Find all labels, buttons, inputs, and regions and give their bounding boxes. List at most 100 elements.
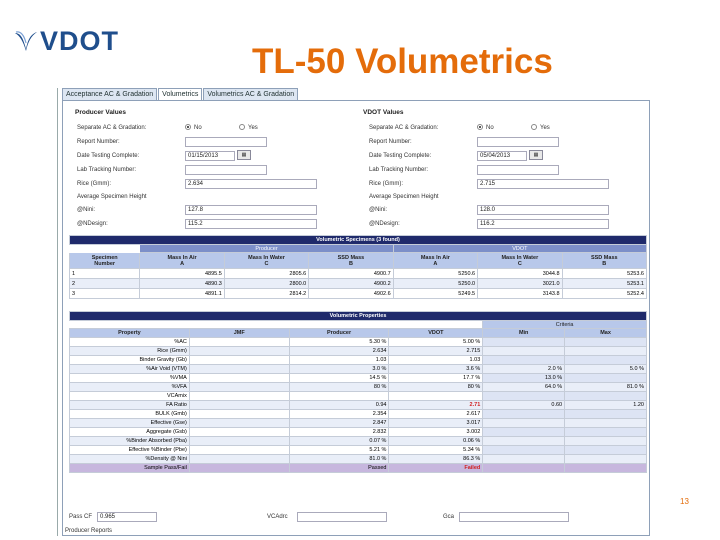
pass-cf-label: Pass CF [69, 514, 93, 520]
table-row: %Binder Absorbed (Pba) 0.07 % 0.06 % [69, 436, 647, 446]
vdot-avg-label: Average Specimen Height [369, 193, 439, 200]
vdot-radio-yes[interactable] [531, 124, 537, 130]
table-cell: 5.34 % [388, 445, 484, 455]
table-cell: 5253.6 [561, 268, 648, 279]
table-cell: Effective (Gse) [69, 418, 190, 428]
table-cell [188, 436, 290, 446]
specimens-col-sub: C [517, 260, 522, 267]
producer-separate-row: Separate AC & Gradation: No Yes [77, 122, 347, 133]
table-cell: 2.715 [388, 346, 484, 356]
table-cell [188, 409, 290, 419]
table-cell: 1.20 [564, 400, 647, 410]
specimens-caption: Volumetric Specimens (3 found) [69, 235, 647, 245]
producer-separate-label: Separate AC & Gradation: [77, 124, 147, 131]
vdot-date-input[interactable]: 05/04/2013 [477, 150, 527, 161]
vdot-rice-label: Rice (Gmm): [369, 180, 403, 187]
producer-nini-input[interactable]: 127.8 [185, 204, 317, 215]
vdot-report-label: Report Number: [369, 138, 412, 145]
pass-cf-input[interactable]: 0.965 [97, 512, 157, 522]
table-cell: 4900.2 [308, 278, 394, 289]
specimens-col-header: Specimen Number [68, 252, 141, 269]
producer-date-input[interactable]: 01/15/2013 [185, 150, 235, 161]
table-cell: 0.60 [482, 400, 566, 410]
producer-rice-input[interactable]: 2.634 [185, 178, 317, 189]
table-cell [188, 454, 290, 464]
vdot-ndes-input[interactable]: 116.2 [477, 218, 609, 229]
volumetrics-panel: Producer Values Separate AC & Gradation:… [62, 100, 650, 536]
table-cell: 2.617 [388, 409, 484, 419]
table-cell: 3.002 [388, 427, 484, 437]
vca-row: VCAdrc [267, 512, 407, 522]
vdot-separate-row: Separate AC & Gradation: No Yes [369, 122, 639, 133]
table-cell: %VMA [69, 373, 190, 383]
table-cell: FA Ratio [69, 400, 190, 410]
application-window: Acceptance AC & Gradation Volumetrics Vo… [57, 88, 650, 536]
vdot-report-input[interactable] [477, 136, 559, 147]
gca-row: Gca [443, 512, 603, 522]
specimens-header-row: Specimen Number Mass In Air A Mass In Water C… [68, 252, 648, 269]
table-cell [564, 337, 647, 347]
table-cell: 2800.0 [223, 278, 310, 289]
table-cell: Passed [288, 463, 390, 473]
tab-bar: Acceptance AC & Gradation Volumetrics Vo… [62, 88, 299, 100]
table-cell [188, 346, 290, 356]
table-cell: 81.0 % [564, 382, 647, 392]
producer-radio-yes[interactable] [239, 124, 245, 130]
gca-input[interactable] [459, 512, 569, 522]
producer-avg-row: Average Specimen Height [77, 191, 347, 202]
table-row: BULK (Gmb) 2.354 2.617 [69, 409, 647, 419]
vdot-rice-input[interactable]: 2.715 [477, 178, 609, 189]
vdot-avg-row: Average Specimen Height [369, 191, 639, 202]
table-cell [482, 409, 566, 419]
table-row: %VMA 14.5 % 17.7 % 13.0 % [69, 373, 647, 383]
properties-col-header: Max [564, 328, 647, 338]
vca-input[interactable] [297, 512, 387, 522]
vdot-nini-row: @Nini: 128.0 [369, 204, 639, 215]
table-cell: 0.06 % [388, 436, 484, 446]
table-cell: 5250.0 [392, 278, 479, 289]
table-cell [188, 355, 290, 365]
table-cell: 13.0 % [482, 373, 566, 383]
specimens-col-sub: A [180, 260, 185, 267]
producer-date-row: Date Testing Complete: 01/15/2013 ▦ [77, 150, 347, 161]
table-row: %VFA 80 % 80 % 64.0 % 81.0 % [69, 382, 647, 392]
properties-caption: Volumetric Properties [69, 311, 647, 321]
table-cell [564, 445, 647, 455]
vdot-lab-row: Lab Tracking Number: [369, 164, 639, 175]
table-cell: %VFA [69, 382, 190, 392]
producer-radio-no[interactable] [185, 124, 191, 130]
vdot-lab-input[interactable] [477, 164, 559, 175]
vca-label: VCAdrc [267, 514, 288, 520]
producer-lab-input[interactable] [185, 164, 267, 175]
vdot-ndes-row: @NDesign: 116.2 [369, 218, 639, 229]
vdot-calendar-icon[interactable]: ▦ [529, 150, 543, 160]
vdot-radio-no[interactable] [477, 124, 483, 130]
table-cell: 17.7 % [388, 373, 484, 383]
producer-report-input[interactable] [185, 136, 267, 147]
tab-volumetrics[interactable]: Volumetrics [158, 88, 203, 100]
table-cell: 5.21 % [288, 445, 390, 455]
table-cell: 3 [68, 288, 141, 299]
table-cell: 4900.7 [308, 268, 394, 279]
producer-reports-link[interactable]: Producer Reports [65, 528, 185, 534]
table-cell [188, 418, 290, 428]
table-cell: 14.5 % [288, 373, 390, 383]
table-row: %Air Void (VTM) 3.0 % 3.6 % 2.0 % 5.0 % [69, 364, 647, 374]
tab-volumetrics-ac-gradation[interactable]: Volumetrics AC & Gradation [203, 88, 299, 100]
page-number: 13 [680, 497, 689, 506]
table-cell [188, 391, 290, 401]
producer-ndes-input[interactable]: 115.2 [185, 218, 317, 229]
vdot-nini-input[interactable]: 128.0 [477, 204, 609, 215]
logo-text: VDOT [40, 25, 120, 56]
vdot-lab-label: Lab Tracking Number: [369, 166, 429, 173]
table-cell [188, 337, 290, 347]
producer-ndes-row: @NDesign: 115.2 [77, 218, 347, 229]
specimens-col-sub: B [348, 260, 353, 267]
specimens-group-vdot: VDOT [392, 244, 648, 253]
table-cell: 2.354 [288, 409, 390, 419]
table-cell [564, 373, 647, 383]
producer-calendar-icon[interactable]: ▦ [237, 150, 251, 160]
table-cell: 5252.4 [561, 288, 648, 299]
table-cell: Binder Gravity (Gb) [69, 355, 190, 365]
tab-acceptance[interactable]: Acceptance AC & Gradation [62, 88, 158, 100]
